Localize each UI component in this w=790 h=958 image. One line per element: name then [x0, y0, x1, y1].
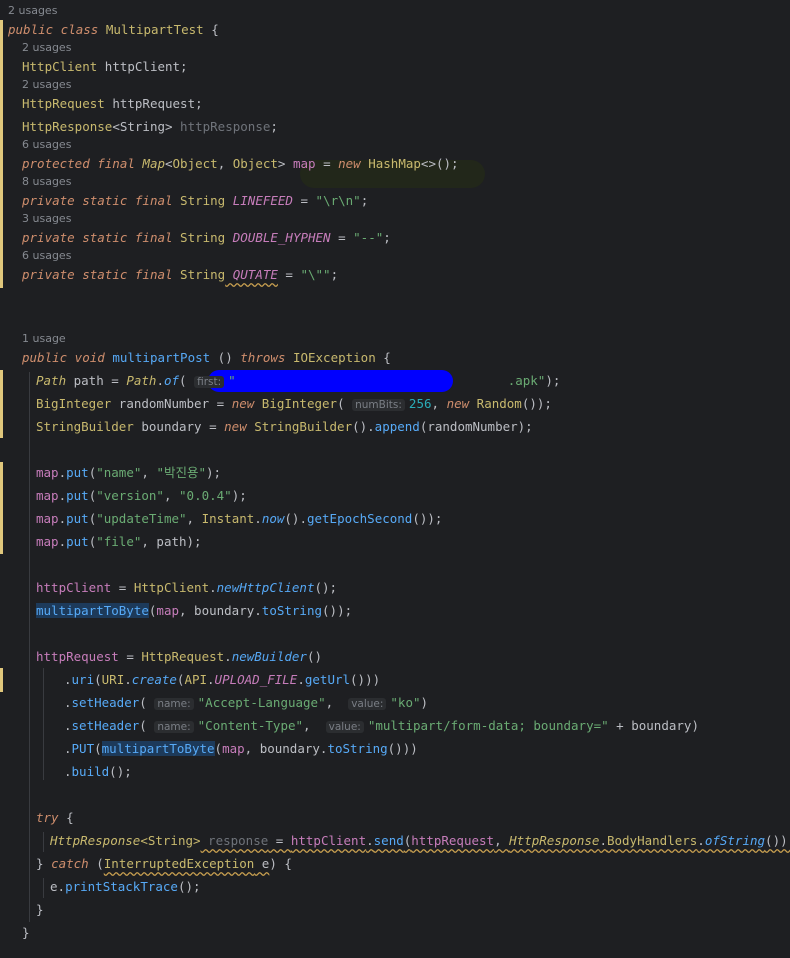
indent-guide [43, 878, 44, 898]
code-line: map.put("version", "0.0.4"); [36, 488, 247, 503]
code-line: } catch (InterruptedException e) { [36, 856, 292, 871]
code-line: } [22, 925, 30, 940]
code-line: .PUT(multipartToByte(map, boundary.toStr… [64, 741, 418, 756]
code-line: multipartToByte(map, boundary.toString()… [36, 603, 353, 618]
class-declaration: public class MultipartTest { [8, 22, 219, 37]
code-line: .uri(URI.create(API.UPLOAD_FILE.getUrl()… [64, 672, 381, 687]
field-double-hyphen: private static final String DOUBLE_HYPHE… [22, 230, 391, 245]
parameter-hint: numBits: [352, 399, 405, 411]
method-declaration: public void multipartPost () throws IOEx… [22, 350, 391, 365]
code-line: map.put("updateTime", Instant.now().getE… [36, 511, 443, 526]
parameter-hint: value: [325, 721, 364, 733]
field-httpclient: HttpClient httpClient; [22, 59, 188, 74]
usages-hint[interactable]: 2 usages [8, 2, 57, 20]
code-line: httpClient = HttpClient.newHttpClient(); [36, 580, 338, 595]
code-editor[interactable]: 2 usages public class MultipartTest { 2 … [0, 0, 790, 958]
code-line: .setHeader( name: "Accept-Language", valu… [64, 695, 429, 710]
indent-guide [43, 668, 44, 780]
code-line: map.put("file", path); [36, 534, 202, 549]
usages-hint[interactable]: 8 usages [22, 173, 71, 191]
gutter-change-marker [0, 370, 3, 438]
field-httprequest: HttpRequest httpRequest; [22, 96, 203, 111]
code-line: httpRequest = HttpRequest.newBuilder() [36, 649, 323, 664]
code-line: StringBuilder boundary = new StringBuild… [36, 419, 533, 434]
field-linefeed: private static final String LINEFEED = "… [22, 193, 369, 208]
parameter-hint: first: [194, 376, 225, 388]
field-httpresponse: HttpResponse<String> httpResponse; [22, 119, 278, 134]
parameter-hint: name: [154, 698, 194, 710]
code-line: e.printStackTrace(); [50, 879, 201, 894]
gutter-change-marker [0, 462, 3, 554]
gutter-change-marker [0, 668, 3, 692]
indent-guide [29, 372, 30, 922]
usages-hint[interactable]: 2 usages [22, 39, 71, 57]
field-map: protected final Map<Object, Object> map … [22, 156, 459, 171]
field-qutate: private static final String QUTATE = "\"… [22, 267, 339, 282]
code-line: map.put("name", "박진용"); [36, 465, 222, 480]
usages-hint[interactable]: 1 usage [22, 330, 66, 348]
code-line: .setHeader( name: "Content-Type", value: "… [64, 718, 699, 733]
parameter-hint: name: [154, 721, 194, 733]
code-line: try { [36, 810, 74, 825]
code-line: HttpResponse<String> response = httpClie… [50, 833, 790, 848]
usages-hint[interactable]: 6 usages [22, 247, 71, 265]
usages-hint[interactable]: 6 usages [22, 136, 71, 154]
code-line: } [36, 902, 44, 917]
code-line: Path path = Path.of( first: " .apk"); [36, 373, 561, 388]
usages-hint[interactable]: 3 usages [22, 210, 71, 228]
gutter-change-marker [0, 20, 3, 288]
code-line: .build(); [64, 764, 132, 779]
indent-guide [43, 832, 44, 852]
code-line: BigInteger randomNumber = new BigInteger… [36, 396, 552, 411]
usages-hint[interactable]: 2 usages [22, 76, 71, 94]
parameter-hint: value: [348, 698, 387, 710]
